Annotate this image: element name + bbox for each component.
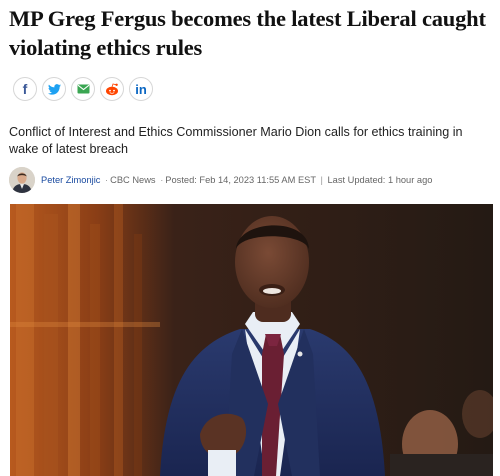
byline-updated: Last Updated: 1 hour ago [327, 175, 433, 185]
linkedin-icon: in [135, 81, 147, 97]
facebook-icon: f [22, 81, 28, 97]
byline-divider: | [320, 175, 323, 185]
share-linkedin-button[interactable]: in [129, 77, 153, 101]
twitter-icon [47, 83, 61, 95]
hero-photo [10, 204, 493, 476]
share-reddit-button[interactable] [100, 77, 124, 101]
email-icon [77, 84, 89, 94]
article-deck: Conflict of Interest and Ethics Commissi… [9, 125, 463, 156]
article-headline: MP Greg Fergus becomes the latest Libera… [9, 6, 486, 60]
reddit-icon [106, 83, 118, 95]
byline-text: Peter Zimonjic · CBC News · Posted: Feb 14… [41, 175, 432, 185]
author-link[interactable]: Peter Zimonjic [41, 175, 100, 185]
share-twitter-button[interactable] [42, 77, 66, 101]
byline: Peter Zimonjic · CBC News · Posted: Feb 14… [9, 167, 432, 193]
author-avatar[interactable] [9, 167, 35, 193]
byline-posted: Posted: Feb 14, 2023 11:55 AM EST [165, 175, 316, 185]
share-bar: f in [13, 77, 153, 101]
byline-source: CBC News [110, 175, 156, 185]
share-email-button[interactable] [71, 77, 95, 101]
share-facebook-button[interactable]: f [13, 77, 37, 101]
